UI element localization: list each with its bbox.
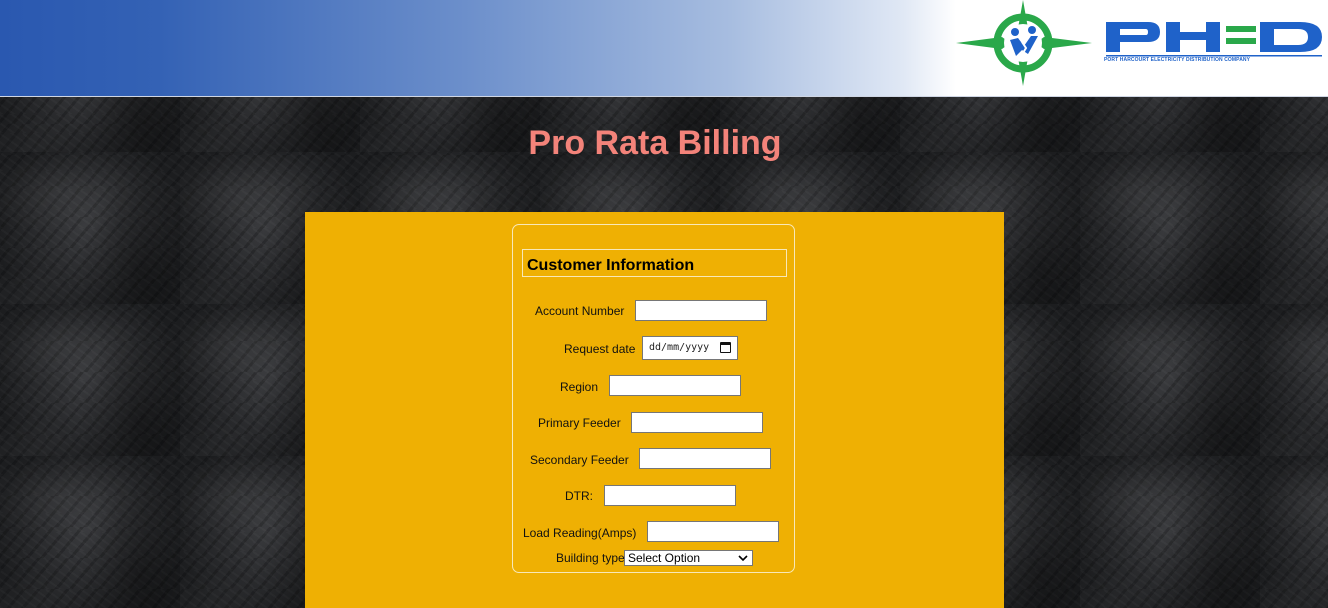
customer-info-legend: Customer Information	[522, 249, 787, 277]
region-input[interactable]	[609, 375, 741, 396]
chevron-down-icon	[738, 555, 748, 562]
form-panel: Customer Information Account Number Requ…	[305, 212, 1004, 608]
building-type-selected: Select Option	[628, 551, 701, 565]
legend-text: Customer Information	[527, 257, 695, 274]
header-banner: PORT HARCOURT ELECTRICITY DISTRIBUTION C…	[0, 0, 1328, 97]
load-reading-label: Load Reading(Amps)	[523, 526, 637, 540]
secondary-feeder-label: Secondary Feeder	[530, 453, 629, 467]
page-title: Pro Rata Billing	[528, 124, 782, 162]
primary-feeder-label: Primary Feeder	[538, 416, 621, 430]
building-type-select[interactable]: Select Option	[624, 550, 753, 566]
logo-tagline: PORT HARCOURT ELECTRICITY DISTRIBUTION C…	[1104, 57, 1251, 63]
customer-info-fieldset: Customer Information Account Number Requ…	[512, 224, 795, 573]
primary-feeder-input[interactable]	[631, 412, 763, 433]
dtr-label: DTR:	[565, 489, 593, 503]
compass-logo-icon	[956, 0, 1092, 86]
request-date-input[interactable]: dd/mm/yyyy	[642, 336, 738, 360]
dtr-input[interactable]	[604, 485, 736, 506]
calendar-icon[interactable]	[720, 342, 731, 353]
load-reading-input[interactable]	[647, 521, 779, 542]
building-type-label: Building type	[556, 551, 625, 565]
date-placeholder: dd/mm/yyyy	[649, 342, 710, 353]
region-label: Region	[560, 380, 599, 394]
account-number-input[interactable]	[635, 300, 767, 321]
request-date-label: Request date	[564, 342, 636, 356]
account-number-label: Account Number	[535, 304, 625, 318]
secondary-feeder-input[interactable]	[639, 448, 771, 469]
phed-logo: PORT HARCOURT ELECTRICITY DISTRIBUTION C…	[952, 0, 1328, 92]
